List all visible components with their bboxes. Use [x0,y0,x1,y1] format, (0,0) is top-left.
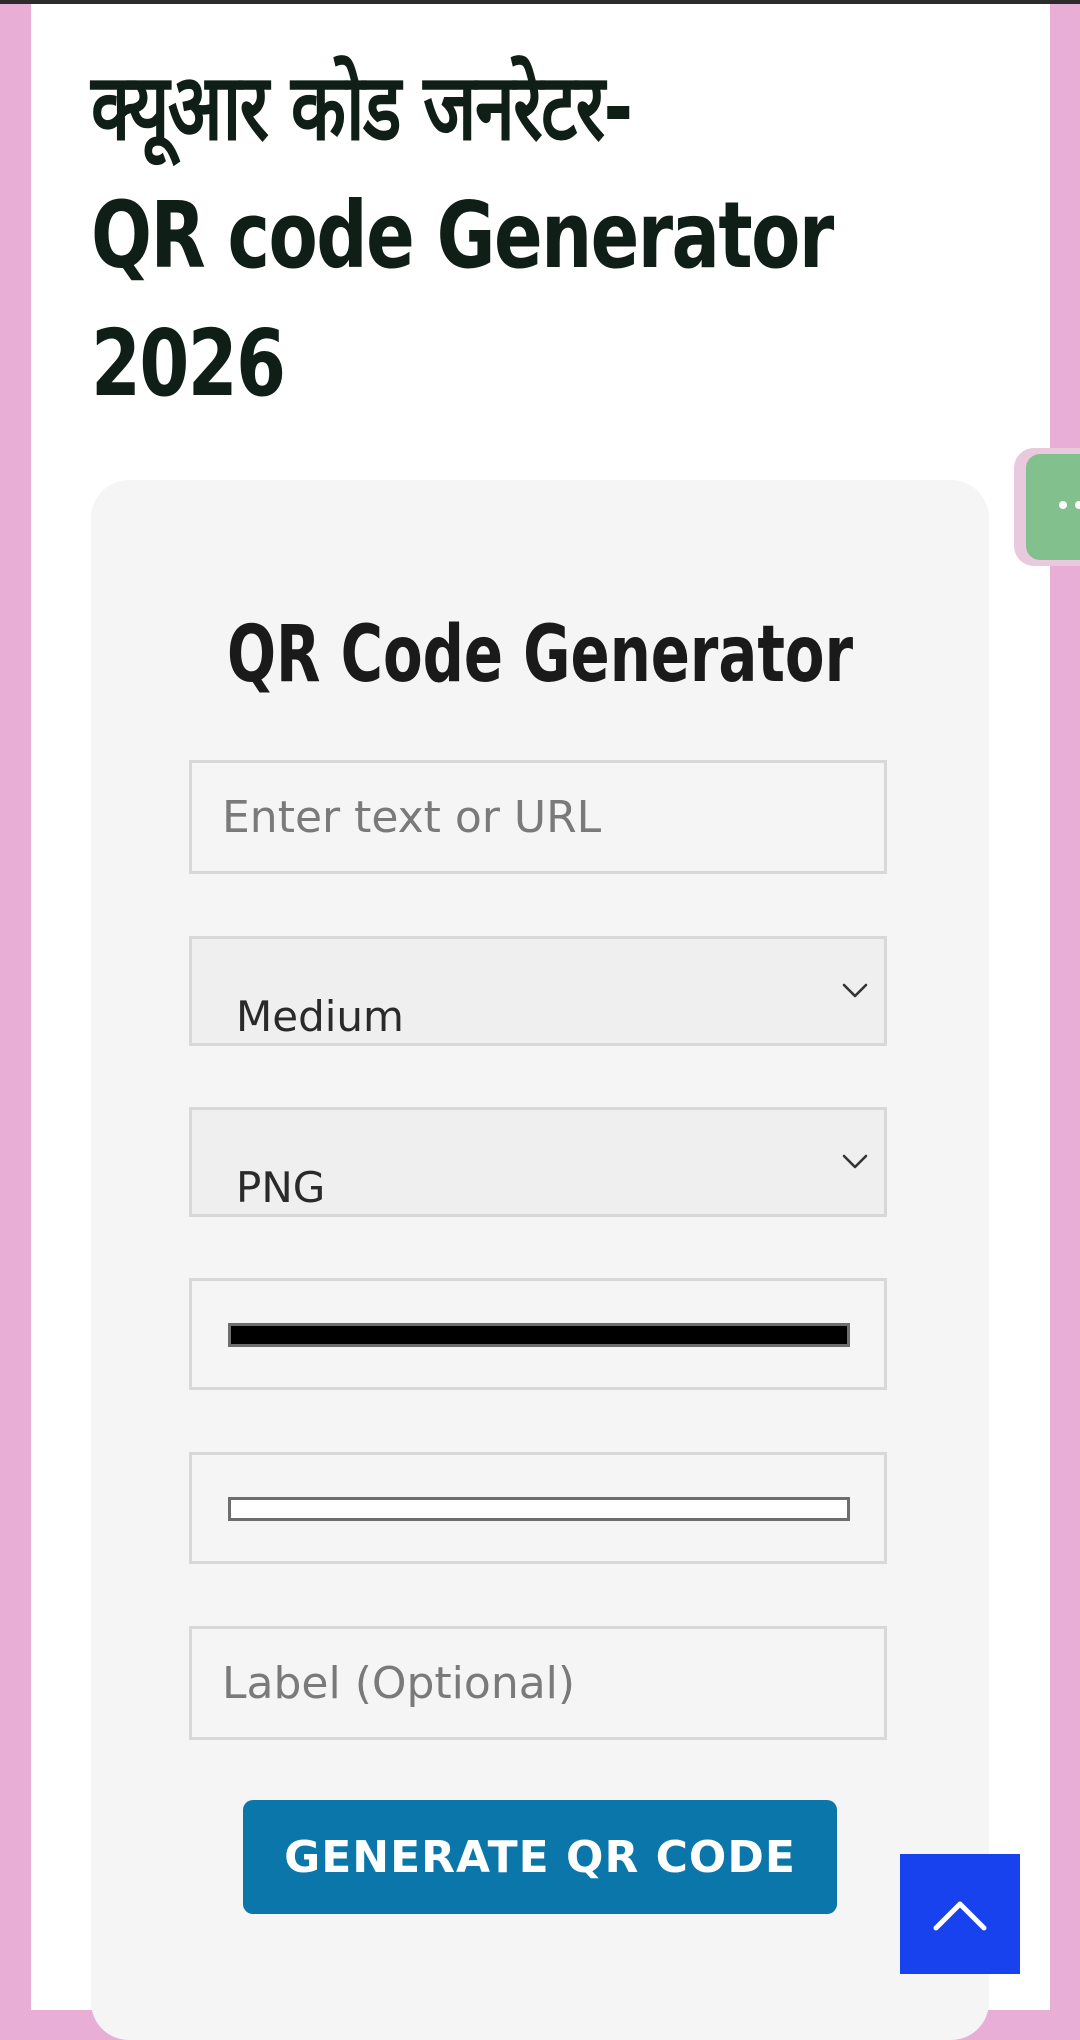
background-color-picker[interactable] [189,1452,887,1564]
page-title-line-3: 2026 [91,310,286,417]
background-color-swatch [228,1497,850,1521]
generator-title-text: QR Code Generator [226,610,854,700]
format-value: PNG [236,1163,326,1212]
page-title: क्यूआर कोड जनरेटर- QR code Generator 202… [91,44,834,428]
foreground-color-picker[interactable] [189,1278,887,1390]
side-tab[interactable] [1026,454,1080,560]
generate-qr-button[interactable]: GENERATE QR CODE [243,1800,837,1914]
generator-title: QR Code Generator [91,610,989,700]
page-content: क्यूआर कोड जनरेटर- QR code Generator 202… [31,4,1050,2040]
chevron-up-icon [933,1901,987,1931]
chevron-down-icon [842,983,868,998]
page-title-line-1: क्यूआर कोड जनरेटर- [91,54,633,161]
chevron-down-icon [842,1154,868,1169]
text-url-input[interactable] [189,760,887,874]
error-correction-value: Medium [236,992,404,1041]
scroll-to-top-button[interactable] [900,1854,1020,1974]
label-input[interactable] [189,1626,887,1740]
page-title-line-2: QR code Generator [91,182,834,289]
more-dots-icon [1059,501,1080,509]
foreground-color-swatch [228,1323,850,1347]
format-select[interactable]: PNG [189,1107,887,1217]
qr-generator-card: QR Code Generator Medium PNG GENERATE QR… [91,480,989,2040]
error-correction-select[interactable]: Medium [189,936,887,1046]
